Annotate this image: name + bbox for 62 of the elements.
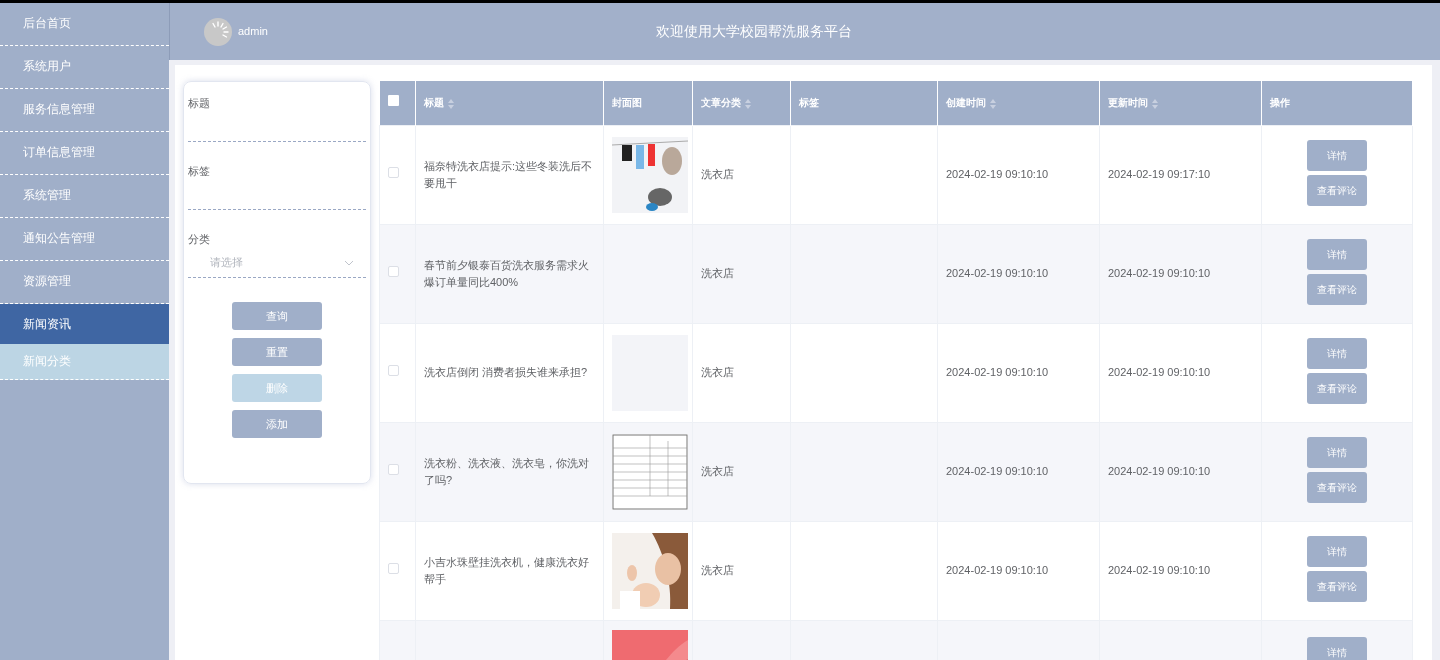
- column-header: 文章分类: [701, 97, 741, 109]
- timestamp: 2024-02-19 09:10:10: [946, 168, 1049, 181]
- sort-icon[interactable]: [990, 98, 996, 109]
- chevron-down-icon: [344, 259, 354, 266]
- article-title: 小吉水珠壁挂洗衣机，健康洗衣好帮手: [424, 556, 589, 585]
- timestamp: 2024-02-19 09:10:10: [946, 564, 1049, 577]
- column-header: 标题: [424, 97, 444, 109]
- select-all-checkbox[interactable]: [387, 95, 399, 107]
- sort-icon[interactable]: [1152, 98, 1158, 109]
- sort-icon[interactable]: [448, 98, 454, 109]
- row-checkbox[interactable]: [388, 365, 399, 377]
- timestamp: 2024-02-19 09:10:10: [1108, 366, 1211, 379]
- row-checkbox[interactable]: [388, 167, 399, 179]
- details-button[interactable]: 详情: [1307, 337, 1367, 369]
- timestamp: 2024-02-19 09:10:10: [946, 366, 1049, 379]
- article-title: 洗衣店倒闭 消费者损失谁来承担?: [424, 366, 588, 379]
- sidebar-subitem[interactable]: 新闻分类: [0, 344, 169, 380]
- category-text: 洗衣店: [701, 267, 734, 280]
- timestamp: 2024-02-19 09:17:10: [1108, 168, 1211, 181]
- article-title: 洗衣粉、洗衣液、洗衣皂，你洗对了吗?: [424, 457, 589, 486]
- details-button[interactable]: 详情: [1307, 535, 1367, 567]
- view-comments-button[interactable]: 查看评论: [1307, 471, 1367, 503]
- field-label: 标签: [188, 164, 210, 179]
- view-comments-button[interactable]: 查看评论: [1307, 273, 1367, 305]
- filter-button[interactable]: 查询: [232, 302, 322, 330]
- page-title: 欢迎使用大学校园帮洗服务平台: [655, 22, 853, 41]
- details-button[interactable]: 详情: [1307, 436, 1367, 468]
- timestamp: 2024-02-19 09:10:10: [1108, 267, 1211, 280]
- column-header: 标签: [799, 97, 819, 109]
- sidebar-item[interactable]: 新闻资讯: [0, 304, 169, 344]
- username: admin: [238, 24, 268, 40]
- details-button[interactable]: 详情: [1307, 139, 1367, 171]
- field-label: 分类: [188, 232, 210, 247]
- timestamp: 2024-02-19 09:10:10: [946, 267, 1049, 280]
- details-button[interactable]: 详情: [1307, 238, 1367, 270]
- timestamp: 2024-02-19 09:10:10: [946, 465, 1049, 478]
- article-title: 春节前夕银泰百货洗衣服务需求火爆订单量同比400%: [424, 259, 589, 288]
- category-text: 洗衣店: [701, 465, 734, 478]
- view-comments-button[interactable]: 查看评论: [1307, 174, 1367, 206]
- column-header: 更新时间: [1108, 97, 1148, 109]
- row-checkbox[interactable]: [388, 464, 399, 476]
- filter-button[interactable]: 添加: [232, 410, 322, 438]
- view-comments-button[interactable]: 查看评论: [1307, 570, 1367, 602]
- column-header: 封面图: [612, 97, 642, 109]
- timestamp: 2024-02-19 09:10:10: [1108, 465, 1211, 478]
- sort-icon[interactable]: [745, 98, 751, 109]
- category-text: 洗衣店: [701, 168, 734, 181]
- column-header: 操作: [1270, 97, 1290, 109]
- row-checkbox[interactable]: [388, 266, 399, 278]
- field-label: 标题: [188, 96, 210, 111]
- view-comments-button[interactable]: 查看评论: [1307, 372, 1367, 404]
- row-checkbox[interactable]: [388, 563, 399, 575]
- category-text: 洗衣店: [701, 564, 734, 577]
- article-title: 福奈特洗衣店提示:这些冬装洗后不要甩干: [424, 160, 593, 189]
- loading-spinner-icon: [204, 17, 232, 46]
- select-field[interactable]: 请选择: [188, 248, 366, 278]
- select-placeholder: 请选择: [210, 255, 243, 271]
- category-text: 洗衣店: [701, 366, 734, 379]
- timestamp: 2024-02-19 09:10:10: [1108, 564, 1211, 577]
- filter-button[interactable]: 重置: [232, 338, 322, 366]
- column-header: 创建时间: [946, 97, 986, 109]
- details-button[interactable]: 详情: [1307, 636, 1367, 660]
